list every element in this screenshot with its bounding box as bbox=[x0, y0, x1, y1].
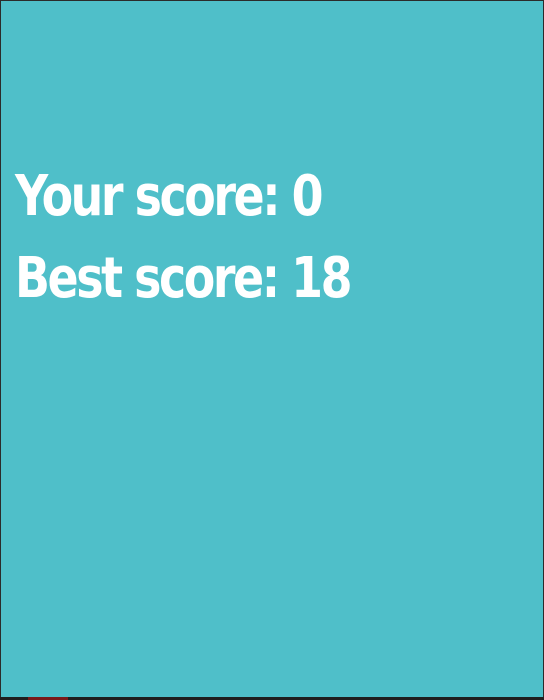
your-score-value: 0 bbox=[291, 164, 324, 229]
best-score-value: 18 bbox=[291, 246, 352, 311]
best-score-text: Best score: 18 bbox=[15, 251, 353, 307]
game-over-screen[interactable]: Your score: 0 Best score: 18 bbox=[1, 1, 543, 697]
your-score-label: Your score: bbox=[15, 164, 281, 229]
best-score-label: Best score: bbox=[15, 246, 280, 311]
your-score-text: Your score: 0 bbox=[15, 169, 324, 225]
